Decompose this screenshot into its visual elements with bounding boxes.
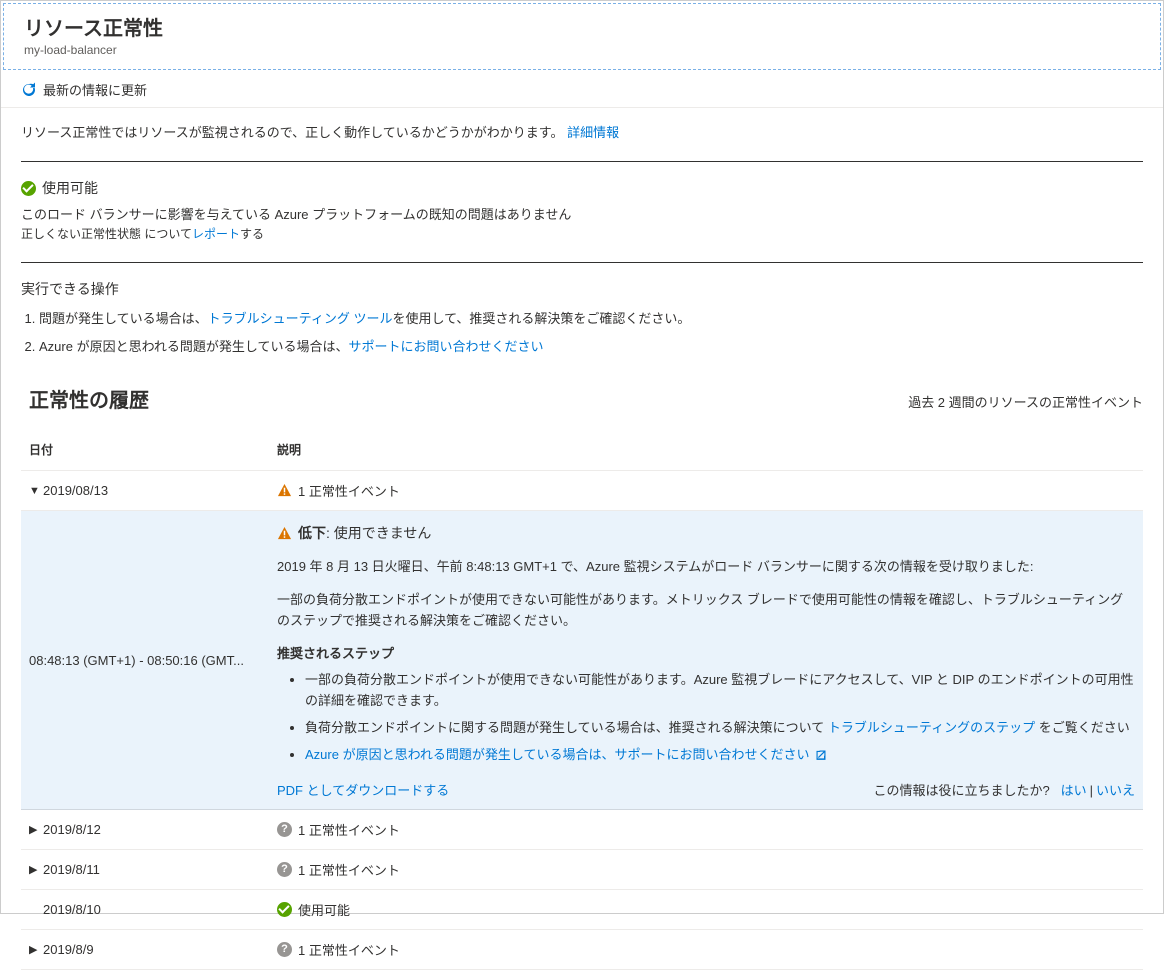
external-link-icon: [815, 749, 827, 761]
helpful-prompt: この情報は役に立ちましたか? はい|いいえ: [874, 780, 1136, 799]
table-row[interactable]: ▶ 2019/8/12 ? 1 正常性イベント: [21, 810, 1143, 850]
event-title: 低下: 使用できません: [277, 523, 1135, 543]
helpful-no[interactable]: いいえ: [1096, 783, 1135, 798]
step-item: 負荷分散エンドポイントに関する問題が発生している場合は、推奨される解決策について…: [305, 718, 1135, 739]
status-row: 使用可能: [21, 178, 1143, 198]
th-desc: 説明: [277, 441, 1135, 458]
status-detail: このロード バランサーに影響を与えている Azure プラットフォームの既知の問…: [21, 204, 1143, 223]
history-table: 日付 説明 ▼ 2019/08/13 1 正常性イベント 08:48:13 (G…: [21, 441, 1143, 970]
refresh-label: 最新の情報に更新: [43, 80, 147, 99]
toolbar: 最新の情報に更新: [1, 72, 1163, 108]
row-date: 2019/08/13: [43, 483, 277, 498]
actions-title: 実行できる操作: [21, 279, 1143, 299]
row-date: 2019/8/10: [43, 902, 277, 917]
table-row[interactable]: ▶ 2019/8/11 ? 1 正常性イベント: [21, 850, 1143, 890]
unknown-icon: ?: [277, 942, 292, 957]
divider: [21, 262, 1143, 263]
steps-title: 推奨されるステップ: [277, 643, 1135, 662]
history-header: 正常性の履歴 過去 2 週間のリソースの正常性イベント: [21, 384, 1143, 413]
table-row[interactable]: ▶ 2019/8/9 ? 1 正常性イベント: [21, 930, 1143, 970]
page-header: リソース正常性 my-load-balancer: [3, 3, 1161, 70]
check-icon: [21, 181, 36, 196]
status-label: 使用可能: [42, 178, 98, 198]
chevron-right-icon: ▶: [29, 823, 43, 836]
contact-support-link[interactable]: Azure が原因と思われる問題が発生している場合は、サポートにお問い合わせくだ…: [305, 747, 810, 762]
report-link[interactable]: レポート: [192, 227, 240, 241]
unknown-icon: ?: [277, 822, 292, 837]
event-paragraph: 一部の負荷分散エンドポイントが使用できない可能性があります。メトリックス ブレー…: [277, 590, 1135, 632]
helpful-yes[interactable]: はい: [1061, 783, 1087, 798]
row-date: 2019/8/11: [43, 862, 277, 877]
row-desc: 使用可能: [298, 900, 350, 919]
th-date: 日付: [29, 441, 277, 458]
history-title: 正常性の履歴: [29, 384, 149, 413]
row-desc: 1 正常性イベント: [298, 820, 400, 839]
warning-icon: [277, 483, 292, 498]
status-report: 正しくない正常性状態 についてレポートする: [21, 225, 1143, 242]
chevron-down-icon: ▼: [29, 485, 43, 497]
resource-name: my-load-balancer: [24, 43, 1140, 57]
description-text: リソース正常性ではリソースが監視されるので、正しく動作しているかどうかがわかりま…: [21, 122, 1143, 141]
row-date: 2019/8/12: [43, 822, 277, 837]
table-header: 日付 説明: [21, 441, 1143, 471]
troubleshoot-steps-link[interactable]: トラブルシューティングのステップ: [828, 720, 1035, 735]
step-item: Azure が原因と思われる問題が発生している場合は、サポートにお問い合わせくだ…: [305, 745, 1135, 766]
check-icon: [277, 902, 292, 917]
unknown-icon: ?: [277, 862, 292, 877]
row-desc: 1 正常性イベント: [298, 860, 400, 879]
action-item: Azure が原因と思われる問題が発生している場合は、サポートにお問い合わせくだ…: [39, 337, 1143, 357]
refresh-icon: [21, 82, 37, 98]
history-subtitle: 過去 2 週間のリソースの正常性イベント: [908, 392, 1143, 411]
support-link[interactable]: サポートにお問い合わせください: [349, 339, 544, 354]
row-desc: 1 正常性イベント: [298, 481, 400, 500]
chevron-right-icon: ▶: [29, 943, 43, 956]
step-item: 一部の負荷分散エンドポイントが使用できない可能性があります。Azure 監視ブレ…: [305, 670, 1135, 712]
warning-icon: [277, 526, 292, 541]
event-time-range: 08:48:13 (GMT+1) - 08:50:16 (GMT...: [29, 523, 277, 799]
divider: [21, 161, 1143, 162]
row-date: 2019/8/9: [43, 942, 277, 957]
download-pdf-link[interactable]: PDF としてダウンロードする: [277, 780, 449, 799]
chevron-right-icon: ▶: [29, 863, 43, 876]
troubleshoot-link[interactable]: トラブルシューティング ツール: [208, 311, 393, 326]
event-paragraph: 2019 年 8 月 13 日火曜日、午前 8:48:13 GMT+1 で、Az…: [277, 557, 1135, 578]
steps-list: 一部の負荷分散エンドポイントが使用できない可能性があります。Azure 監視ブレ…: [277, 670, 1135, 765]
table-row[interactable]: ▼ 2019/08/13 1 正常性イベント: [21, 471, 1143, 511]
learn-more-link[interactable]: 詳細情報: [567, 125, 619, 140]
page-title: リソース正常性: [24, 12, 1140, 41]
row-desc: 1 正常性イベント: [298, 940, 400, 959]
actions-list: 問題が発生している場合は、トラブルシューティング ツールを使用して、推奨される解…: [21, 309, 1143, 356]
expanded-detail: 08:48:13 (GMT+1) - 08:50:16 (GMT... 低下: …: [21, 511, 1143, 810]
refresh-button[interactable]: 最新の情報に更新: [21, 80, 147, 99]
action-item: 問題が発生している場合は、トラブルシューティング ツールを使用して、推奨される解…: [39, 309, 1143, 329]
table-row[interactable]: 2019/8/10 使用可能: [21, 890, 1143, 930]
